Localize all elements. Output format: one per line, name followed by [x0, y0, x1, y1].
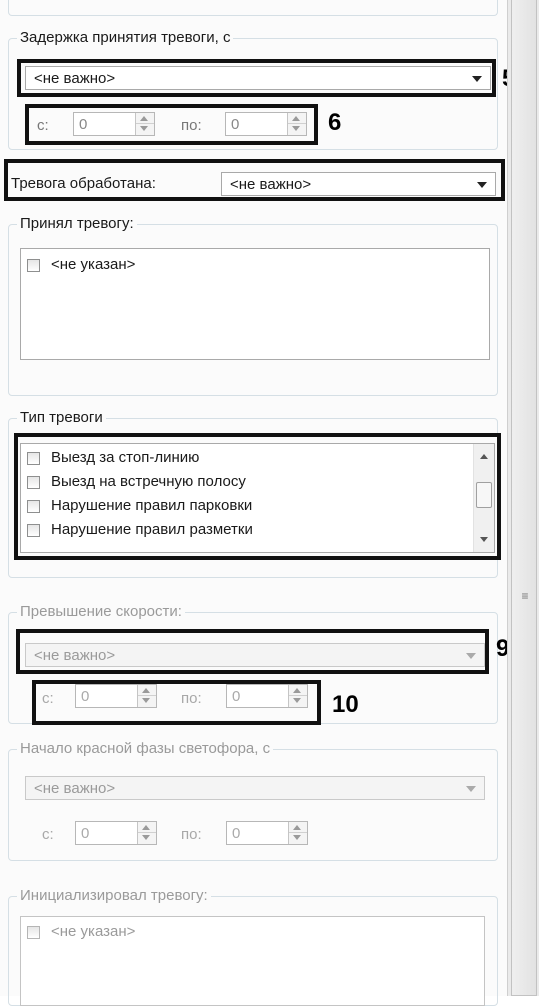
delay-group-legend: Задержка принятия тревоги, с: [17, 29, 234, 47]
highlight-box-5: [17, 59, 496, 97]
list-item-label: <не указан>: [51, 256, 136, 273]
red-phase-to-spinner[interactable]: 0: [226, 821, 308, 845]
chevron-down-icon: [466, 786, 476, 792]
highlight-box-8: [14, 433, 501, 560]
checkbox[interactable]: [27, 926, 40, 939]
red-phase-to-value: 0: [232, 825, 241, 842]
red-phase-legend: Начало красной фазы светофора, с: [17, 740, 274, 758]
highlight-box-10: [32, 680, 321, 725]
highlight-box-9: [16, 629, 489, 674]
spin-down-icon[interactable]: [293, 835, 301, 840]
panel-scrollbar[interactable]: ≡: [507, 0, 539, 996]
accepted-by-list[interactable]: <не указан>: [20, 248, 490, 360]
checkbox[interactable]: [27, 259, 40, 272]
spinner-buttons[interactable]: [288, 822, 307, 844]
spinner-buttons[interactable]: [137, 822, 156, 844]
spin-up-icon[interactable]: [142, 825, 150, 830]
alarm-type-legend: Тип тревоги: [17, 409, 106, 427]
red-phase-from-value: 0: [81, 825, 90, 842]
red-phase-from-spinner[interactable]: 0: [75, 821, 157, 845]
accepted-by-legend: Принял тревогу:: [17, 215, 137, 233]
grip-icon: ≡: [521, 589, 529, 603]
callout-10: 10: [332, 691, 359, 718]
red-phase-to-label: по:: [181, 826, 202, 843]
spin-up-icon[interactable]: [293, 825, 301, 830]
speeding-legend: Превышение скорости:: [17, 603, 185, 621]
red-phase-combo-value: <не важно>: [34, 780, 116, 797]
red-phase-combo[interactable]: <не важно>: [25, 776, 485, 800]
scroll-thumb[interactable]: ≡: [511, 0, 537, 996]
spin-down-icon[interactable]: [142, 835, 150, 840]
callout-6: 6: [328, 109, 342, 136]
highlight-box-7: [4, 159, 505, 201]
previous-group-stub: [8, 0, 498, 16]
highlight-box-6: [25, 104, 318, 145]
initiated-by-list[interactable]: <не указан>: [20, 916, 485, 1006]
initiated-by-legend: Инициализировал тревогу:: [17, 887, 211, 905]
filter-panel: Задержка принятия тревоги, с <не важно> …: [0, 0, 521, 1006]
list-item-label: <не указан>: [51, 923, 136, 940]
red-phase-from-label: с:: [42, 826, 54, 843]
